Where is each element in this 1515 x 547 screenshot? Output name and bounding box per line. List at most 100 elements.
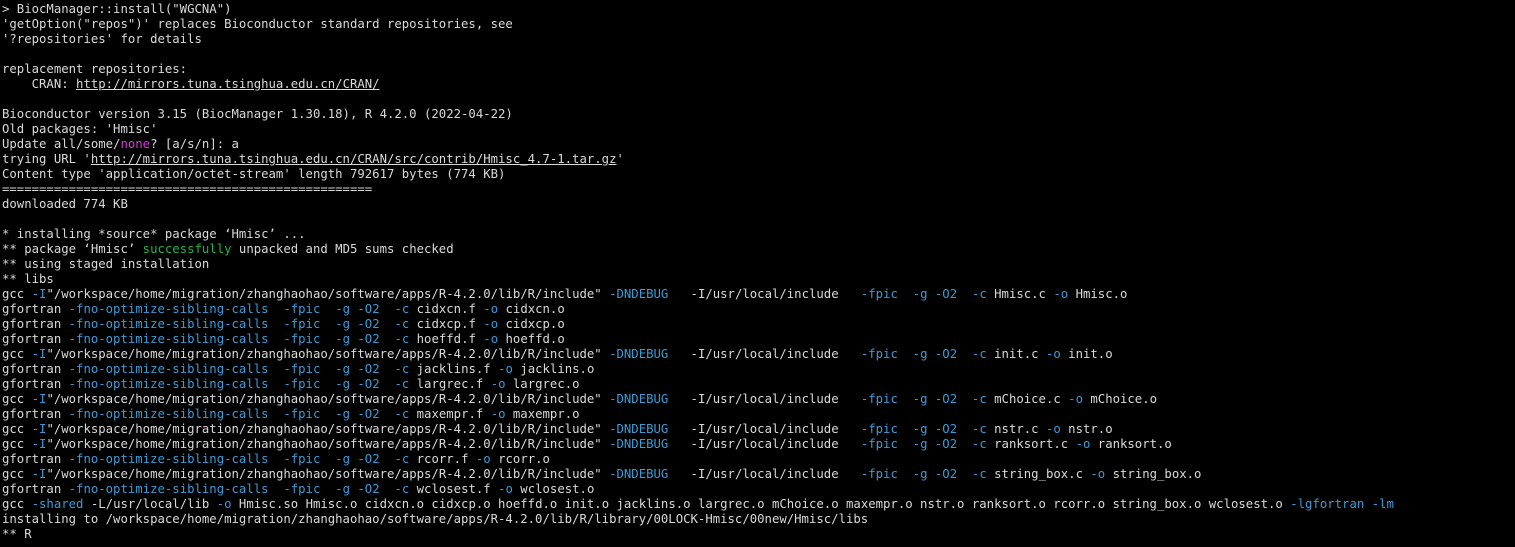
compiler-flag: -fno-optimize-sibling-calls: [68, 377, 269, 391]
line-text: [320, 482, 335, 496]
line-text: init.o: [1060, 347, 1113, 361]
compiler-flag: -o: [483, 302, 499, 316]
compiler-flag: -o: [1053, 287, 1069, 301]
line-text: [380, 377, 395, 391]
line-text: gcc: [2, 467, 32, 481]
line-text: largrec.f: [409, 377, 491, 391]
compiler-flag: -g: [335, 332, 350, 346]
line-text: [269, 362, 284, 376]
highlighted-text: successfully: [142, 242, 232, 256]
line-text: "/workspace/home/migration/zhanghaohao/s…: [46, 392, 610, 406]
line-text: [320, 452, 335, 466]
compiler-flag: -c: [971, 437, 987, 451]
line-text: [269, 317, 284, 331]
line-text: gcc: [2, 422, 32, 436]
line-text: [380, 362, 395, 376]
line-text: -I/usr/local/include: [668, 422, 861, 436]
line-text: [957, 392, 972, 406]
line-text: ** libs: [2, 272, 54, 286]
compiler-flag: -g: [912, 347, 928, 361]
compiler-flag: -o: [483, 332, 499, 346]
line-text: > BiocManager::install("WGCNA"): [2, 2, 232, 16]
line-text: -I/usr/local/include: [668, 437, 861, 451]
compiler-flag: -g: [912, 287, 928, 301]
line-text: init.c: [986, 347, 1046, 361]
line-text: gfortran: [2, 452, 69, 466]
compiler-flag: -O2: [934, 287, 958, 301]
line-text: [957, 347, 972, 361]
compiler-flag: -fpic: [283, 332, 321, 346]
compiler-flag: -I: [31, 287, 47, 301]
line-text: Hmisc.c: [986, 287, 1054, 301]
compiler-flag: -DNDEBUG: [609, 467, 669, 481]
terminal-line: ** using staged installation: [2, 257, 1515, 272]
compiler-flag: -c: [971, 392, 987, 406]
line-text: Update all/some/: [2, 137, 121, 151]
line-text: * installing *source* package ‘Hmisc’ ..…: [2, 227, 306, 241]
line-text: [957, 422, 972, 436]
terminal-line: gcc -I"/workspace/home/migration/zhangha…: [2, 467, 1515, 482]
line-text: [927, 347, 934, 361]
compiler-flag: -fpic: [860, 467, 898, 481]
compiler-flag: -DNDEBUG: [609, 422, 669, 436]
terminal-line: CRAN: http://mirrors.tuna.tsinghua.edu.c…: [2, 77, 1515, 92]
terminal-line: gcc -I"/workspace/home/migration/zhangha…: [2, 437, 1515, 452]
line-text: [269, 407, 284, 421]
terminal-line: gcc -shared -L/usr/local/lib -o Hmisc.so…: [2, 497, 1515, 512]
compiler-flag: -fno-optimize-sibling-calls: [68, 482, 269, 496]
compiler-flag: -c: [394, 317, 410, 331]
compiler-flag: -fpic: [283, 482, 321, 496]
compiler-flag: -O2: [357, 407, 380, 421]
line-text: rcorr.o: [490, 452, 550, 466]
compiler-flag: -DNDEBUG: [609, 392, 669, 406]
line-text: Hmisc.so Hmisc.o cidxcn.o cidxcp.o hoeff…: [231, 497, 1291, 511]
line-text: gcc: [2, 392, 32, 406]
compiler-flag: -O2: [934, 422, 958, 436]
line-text: [269, 482, 284, 496]
terminal-line: * installing *source* package ‘Hmisc’ ..…: [2, 227, 1515, 242]
compiler-flag: -fpic: [283, 317, 321, 331]
line-text: [380, 407, 395, 421]
compiler-flag: -O2: [934, 437, 958, 451]
line-text: CRAN:: [2, 77, 77, 91]
line-text: hoeffd.f: [409, 332, 484, 346]
compiler-flag: -O2: [357, 317, 380, 331]
line-text: [957, 287, 972, 301]
compiler-flag: -g: [335, 377, 350, 391]
terminal-line: '?repositories' for details: [2, 32, 1515, 47]
compiler-flag: -g: [335, 302, 350, 316]
line-text: nstr.o: [1060, 422, 1113, 436]
compiler-flag: -fno-optimize-sibling-calls: [68, 407, 269, 421]
line-text: unpacked and MD5 sums checked: [231, 242, 454, 256]
line-text: "/workspace/home/migration/zhanghaohao/s…: [46, 437, 610, 451]
line-text: gcc: [2, 347, 32, 361]
line-text: string_box.o: [1105, 467, 1202, 481]
compiler-flag: -g: [335, 317, 350, 331]
compiler-flag: -g: [335, 482, 350, 496]
terminal-line: Update all/some/none? [a/s/n]: a: [2, 137, 1515, 152]
line-text: Content type 'application/octet-stream' …: [2, 167, 506, 181]
line-text: gfortran: [2, 377, 69, 391]
compiler-flag: -c: [971, 422, 987, 436]
compiler-flag: -c: [394, 332, 410, 346]
compiler-flag: -c: [971, 467, 987, 481]
line-text: [320, 302, 335, 316]
line-text: gfortran: [2, 362, 69, 376]
terminal-line: gfortran -fno-optimize-sibling-calls -fp…: [2, 452, 1515, 467]
compiler-flag: -c: [394, 407, 410, 421]
terminal-output[interactable]: > BiocManager::install("WGCNA")'getOptio…: [0, 0, 1515, 547]
line-text: cidxcp.f: [409, 317, 484, 331]
compiler-flag: -o: [490, 377, 506, 391]
terminal-line: gfortran -fno-optimize-sibling-calls -fp…: [2, 377, 1515, 392]
terminal-line: gfortran -fno-optimize-sibling-calls -fp…: [2, 407, 1515, 422]
compiler-flag: -O2: [357, 482, 380, 496]
terminal-line: gfortran -fno-optimize-sibling-calls -fp…: [2, 362, 1515, 377]
url-link[interactable]: http://mirrors.tuna.tsinghua.edu.cn/CRAN…: [76, 77, 380, 91]
line-text: Hmisc.o: [1068, 287, 1128, 301]
line-text: [927, 437, 934, 451]
line-text: cidxcn.f: [409, 302, 484, 316]
line-text: gfortran: [2, 302, 69, 316]
url-link[interactable]: http://mirrors.tuna.tsinghua.edu.cn/CRAN…: [91, 152, 617, 166]
